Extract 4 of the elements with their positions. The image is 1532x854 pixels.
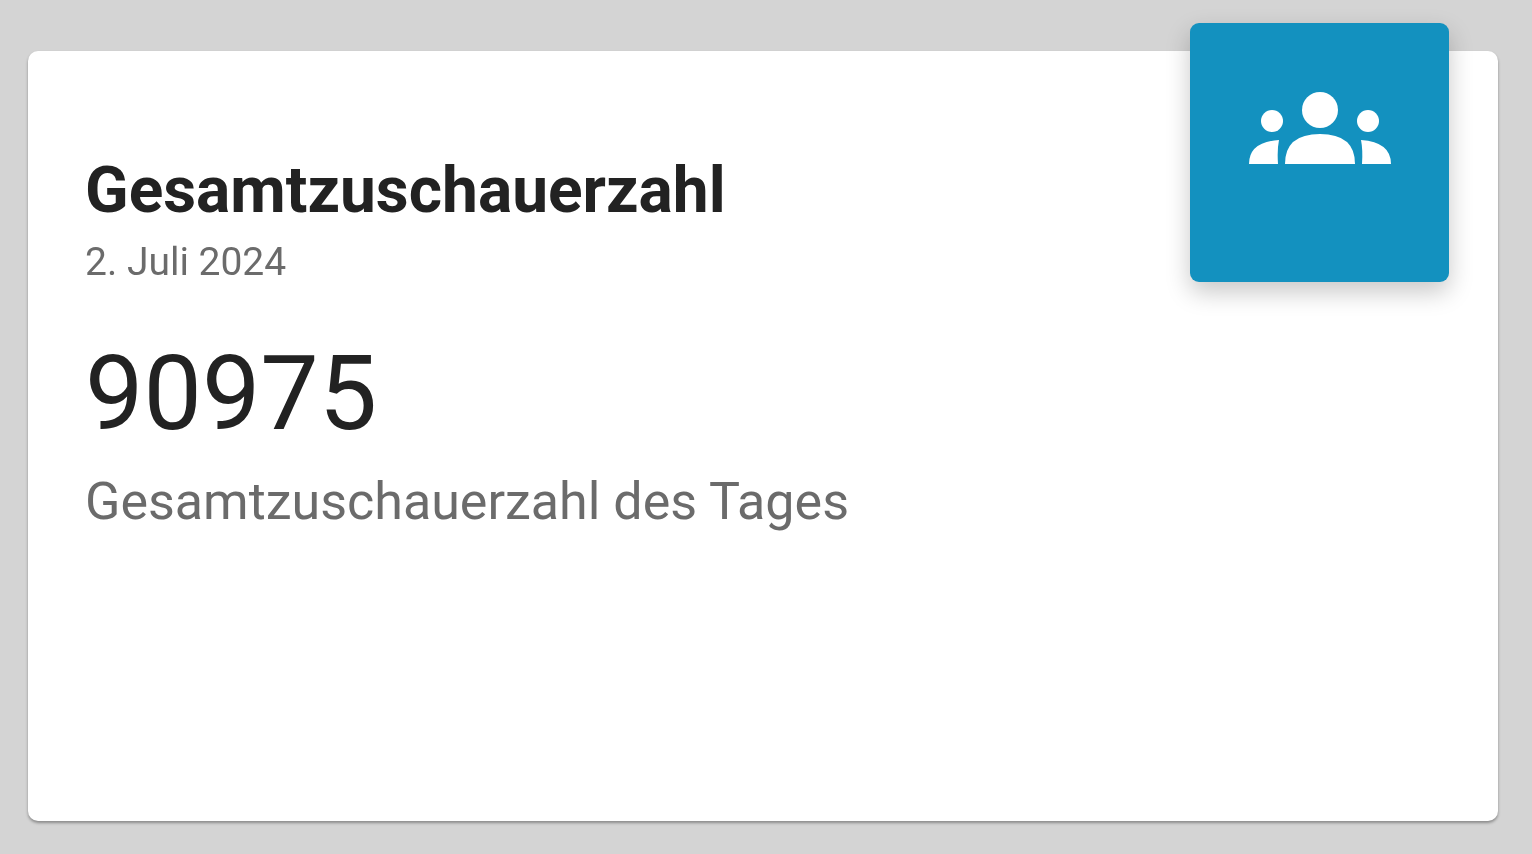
viewer-count: 90975 <box>85 342 378 446</box>
date-label: 2. Juli 2024 <box>85 243 287 282</box>
card-title: Gesamtzuschauerzahl <box>85 159 726 223</box>
people-group-icon <box>1248 91 1391 164</box>
